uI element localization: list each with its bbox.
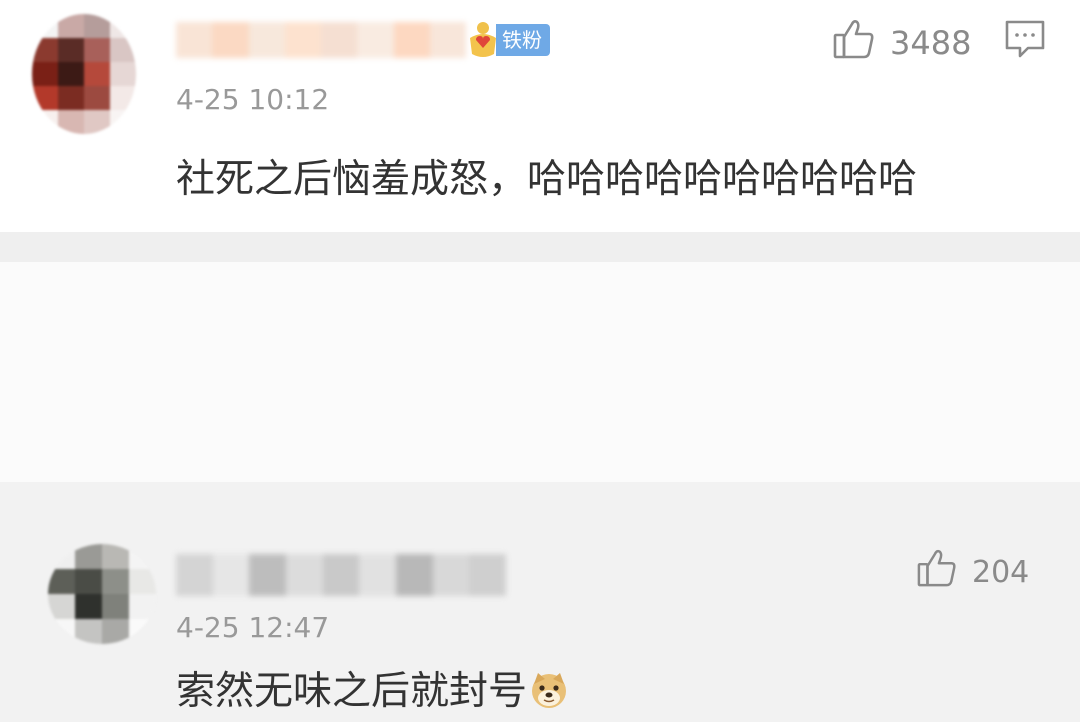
username-pixel [469,554,507,596]
avatar-pixel [129,544,156,569]
comment-timestamp: 4-25 12:47 [176,611,330,644]
avatar-pixel [32,14,58,38]
username-pixel [284,22,321,58]
avatar-pixel [58,14,84,38]
avatar-pixel [110,14,136,38]
avatar-pixel [129,594,156,619]
avatar-pixel [75,569,102,594]
thumbs-up-icon [916,548,958,596]
like-count: 204 [972,554,1030,590]
fan-badge-label: 铁粉 [496,24,550,56]
doge-emoji [529,670,569,710]
comment-divider [0,232,1080,262]
avatar-pixel [102,619,129,644]
comment-text: 社死之后恼羞成怒，哈哈哈哈哈哈哈哈哈哈 [176,157,918,202]
like-button[interactable]: 204 [916,548,1029,596]
avatar-pixel [129,619,156,644]
avatar-pixel [48,619,75,644]
username-pixel [176,22,213,58]
username-pixel [357,22,394,58]
username-pixel [212,554,250,596]
username-pixel [212,22,249,58]
comment-timestamp: 4-25 10:12 [176,83,330,116]
username-pixel [286,554,323,596]
fan-badge[interactable]: 铁粉 [466,18,550,62]
avatar-pixel [32,110,58,134]
thumbs-up-icon [832,18,876,68]
username-pixel [359,554,397,596]
avatar-pixel [58,38,84,62]
avatar-pixel [102,569,129,594]
username-pixel [321,22,358,58]
avatar-pixel [32,62,58,86]
username-pixel [249,554,287,596]
avatar-pixel [58,62,84,86]
avatar[interactable] [32,14,136,134]
username-pixel [393,22,430,58]
avatar-pixel [84,86,110,110]
avatar-pixel [84,110,110,134]
username-pixel [429,22,466,58]
avatar-pixel [110,38,136,62]
avatar-pixel [102,544,129,569]
username-pixel [322,554,360,596]
avatar-pixel [110,86,136,110]
username-pixel [432,554,470,596]
avatar-pixel [110,110,136,134]
avatar-pixel [84,14,110,38]
username-pixel [176,554,213,596]
username-blurred[interactable] [176,22,466,58]
like-button[interactable]: 3488 [832,18,971,68]
avatar-pixel [75,619,102,644]
avatar-pixel [75,544,102,569]
like-count: 3488 [890,24,972,62]
avatar-pixel [75,594,102,619]
avatar-pixel [32,86,58,110]
medal-icon [466,20,500,60]
avatar-pixel [58,110,84,134]
avatar-pixel [48,544,75,569]
comment-card: 铁粉 4-25 10:12 社死之后恼羞成怒，哈哈哈哈哈哈哈哈哈哈 3488 [0,0,1080,232]
avatar-pixel [110,62,136,86]
comment-text: 索然无味之后就封号 [176,668,569,716]
avatar[interactable] [48,544,156,644]
avatar-pixel [48,569,75,594]
comment-text-content: 索然无味之后就封号 [176,669,528,714]
avatar-pixel [84,62,110,86]
avatar-pixel [129,569,156,594]
comment-card: 4-25 12:47 索然无味之后就封号 204 [0,262,1080,714]
avatar-pixel [32,38,58,62]
avatar-pixel [84,38,110,62]
avatar-pixel [48,594,75,619]
username-pixel [248,22,285,58]
avatar-pixel [58,86,84,110]
username-blurred[interactable] [176,554,507,596]
reply-comment-icon[interactable] [1004,18,1046,60]
avatar-pixel [102,594,129,619]
username-pixel [396,554,433,596]
